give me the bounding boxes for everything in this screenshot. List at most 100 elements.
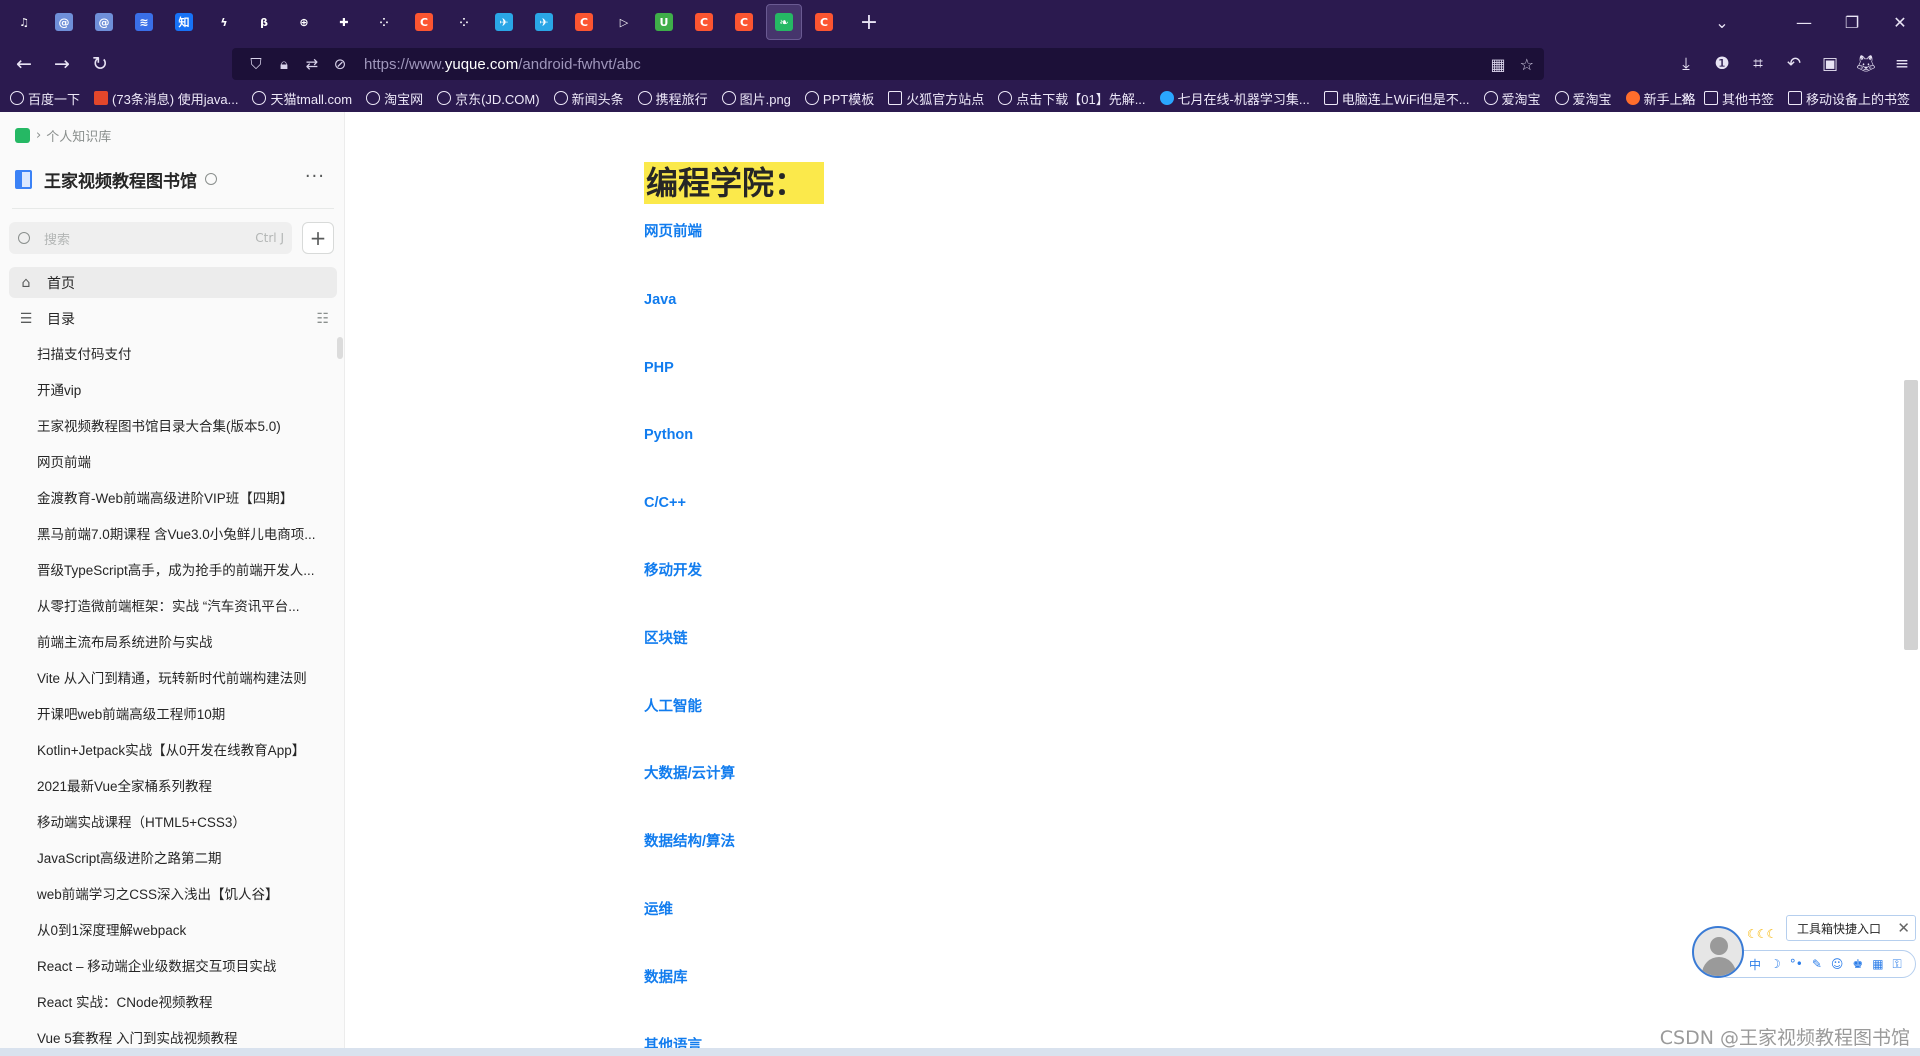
bookmark-item[interactable]: 爱淘宝 (1554, 89, 1612, 108)
category-link[interactable]: 人工智能 (644, 697, 735, 765)
toc-item[interactable]: 晋级TypeScript高手，成为抢手的前端开发人... (0, 553, 335, 589)
bookmarks-overflow-icon[interactable]: » (1681, 89, 1690, 107)
category-link[interactable]: Java (644, 290, 735, 358)
bookmark-item[interactable]: (73条消息) 使用java... (94, 89, 238, 108)
minimize-icon[interactable]: — (1780, 0, 1828, 44)
toc-item[interactable]: 网页前端 (0, 445, 335, 481)
lock-icon[interactable]: 🔒︎ (270, 55, 298, 73)
permissions-icon[interactable]: ⇄ (298, 55, 326, 73)
toc-item[interactable]: 2021最新Vue全家桶系列教程 (0, 769, 335, 805)
browser-tab[interactable]: ϟ (206, 4, 242, 40)
book-title[interactable]: 王家视频教程图书馆 (44, 167, 197, 192)
menu-icon[interactable]: ≡ (1884, 46, 1920, 82)
new-tab-button[interactable]: + (854, 10, 884, 35)
browser-tab[interactable]: ⁘ (446, 4, 482, 40)
more-options-button[interactable]: ··· (305, 166, 325, 187)
bookmark-item[interactable]: PPT模板 (804, 89, 874, 108)
restore-icon[interactable]: ❐ (1828, 0, 1876, 44)
category-link[interactable]: 运维 (644, 900, 735, 968)
toolbox-label[interactable]: 工具箱快捷入口 ✕ (1786, 915, 1916, 941)
browser-tab[interactable]: @ (86, 4, 122, 40)
add-button[interactable]: + (302, 222, 334, 254)
other-bookmarks[interactable]: 其他书签 (1703, 89, 1774, 108)
close-window-icon[interactable]: ✕ (1876, 0, 1920, 44)
toc-item[interactable]: 王家视频教程图书馆目录大合集(版本5.0) (0, 409, 335, 445)
toolbox-item-icon[interactable]: ☽ (1770, 957, 1781, 971)
browser-tab[interactable]: ⁘ (366, 4, 402, 40)
toc-item[interactable]: 扫描支付码支付 (0, 337, 335, 373)
browser-tab[interactable]: ♫ (6, 4, 42, 40)
toc-item[interactable]: 黑马前端7.0期课程 含Vue3.0小兔鲜儿电商项... (0, 517, 335, 553)
category-link[interactable]: 移动开发 (644, 561, 735, 629)
toolbox-item-icon[interactable]: ⚿ (1893, 957, 1902, 972)
toolbox-item-icon[interactable]: ☺ (1831, 957, 1844, 971)
toc-item[interactable]: 从0到1深度理解webpack (0, 913, 335, 949)
category-link[interactable]: 数据库 (644, 968, 735, 1036)
category-link[interactable]: 网页前端 (644, 222, 735, 290)
toc-item[interactable]: 移动端实战课程（HTML5+CSS3） (0, 805, 335, 841)
browser-tab[interactable]: β (246, 4, 282, 40)
breadcrumb-knowledge-base[interactable]: 个人知识库 (46, 126, 111, 145)
mobile-bookmarks[interactable]: 移动设备上的书签 (1787, 89, 1910, 108)
toc-item[interactable]: web前端学习之CSS深入浅出【饥人谷】 (0, 877, 335, 913)
browser-tab[interactable]: 知 (166, 4, 202, 40)
category-link[interactable]: 数据结构/算法 (644, 832, 735, 900)
bookmark-item[interactable]: 携程旅行 (637, 89, 708, 108)
crop-icon[interactable]: ⌗ (1740, 46, 1776, 82)
search-input[interactable]: 搜索 Ctrl J (9, 222, 292, 254)
yuque-logo-icon[interactable] (15, 128, 30, 143)
toc-item[interactable]: 前端主流布局系统进阶与实战 (0, 625, 335, 661)
bookmark-item[interactable]: 新闻头条 (553, 89, 624, 108)
browser-tab[interactable]: C (686, 4, 722, 40)
browser-tab[interactable]: ❧ (766, 4, 802, 40)
category-link[interactable]: Python (644, 425, 735, 493)
bookmark-item[interactable]: 火狐官方站点 (888, 89, 984, 108)
url-text[interactable]: https://www.yuque.com/android-fwhvt/abc (364, 56, 641, 73)
category-link[interactable]: PHP (644, 358, 735, 426)
toc-item[interactable]: JavaScript高级进阶之路第二期 (0, 841, 335, 877)
bookmark-item[interactable]: 图片.png (721, 89, 791, 108)
extension-1-icon[interactable]: ❶ (1704, 46, 1740, 82)
category-link[interactable]: 大数据/云计算 (644, 764, 735, 832)
bookmark-item[interactable]: 七月在线-机器学习集... (1159, 89, 1310, 108)
category-link[interactable]: 区块链 (644, 629, 735, 697)
toc-item[interactable]: React 实战：CNode视频教程 (0, 985, 335, 1021)
fox-extension-icon[interactable]: 🦊︎ (1848, 46, 1884, 82)
sidebar-item-toc[interactable]: ☰ 目录 ☷ (9, 303, 337, 334)
toolbox-item-icon[interactable]: ▦ (1872, 957, 1883, 971)
browser-tab[interactable]: ▷ (606, 4, 642, 40)
browser-tab[interactable]: C (406, 4, 442, 40)
list-all-tabs-icon[interactable]: ⌄ (1698, 0, 1746, 44)
avatar[interactable] (1692, 926, 1744, 978)
toc-item[interactable]: Vite 从入门到精通，玩转新时代前端构建法则 (0, 661, 335, 697)
qr-code-icon[interactable]: ▦ (1491, 55, 1506, 74)
sidebar-scrollbar[interactable] (337, 337, 343, 359)
browser-tab[interactable]: ✈ (486, 4, 522, 40)
toc-item[interactable]: React – 移动端企业级数据交互项目实战 (0, 949, 335, 985)
bookmark-item[interactable]: 淘宝网 (366, 89, 423, 108)
bookmark-item[interactable]: 百度一下 (10, 89, 80, 108)
category-link[interactable]: C/C++ (644, 493, 735, 561)
toc-item[interactable]: 开课吧web前端高级工程师10期 (0, 697, 335, 733)
browser-tab[interactable]: ✈ (526, 4, 562, 40)
extension-2-icon[interactable]: ▣ (1812, 46, 1848, 82)
undo-icon[interactable]: ↶ (1776, 46, 1812, 82)
bookmark-item[interactable]: 京东(JD.COM) (437, 89, 540, 108)
bookmark-item[interactable]: 点击下载【01】先解... (998, 89, 1146, 108)
bookmark-item[interactable]: 爱淘宝 (1483, 89, 1541, 108)
browser-tab[interactable]: U (646, 4, 682, 40)
browser-tab[interactable]: C (806, 4, 842, 40)
close-icon[interactable]: ✕ (1897, 919, 1910, 937)
toolbox-item-icon[interactable]: ✎ (1812, 957, 1822, 971)
page-scrollbar-thumb[interactable] (1904, 380, 1918, 650)
toolbox-item-icon[interactable]: 中 (1749, 956, 1761, 973)
browser-tab[interactable]: ⊕ (286, 4, 322, 40)
forward-arrow-icon[interactable]: → (44, 46, 80, 82)
shield-icon[interactable]: ⛉ (242, 55, 270, 73)
toc-view-icon[interactable]: ☷ (316, 311, 329, 327)
bookmark-item[interactable]: 电脑连上WiFi但是不... (1323, 89, 1470, 108)
sidebar-item-home[interactable]: ⌂ 首页 (9, 267, 337, 298)
toc-item[interactable]: 开通vip (0, 373, 335, 409)
bookmark-star-icon[interactable]: ☆ (1520, 55, 1534, 74)
blocked-icon[interactable]: ⊘ (326, 55, 354, 73)
